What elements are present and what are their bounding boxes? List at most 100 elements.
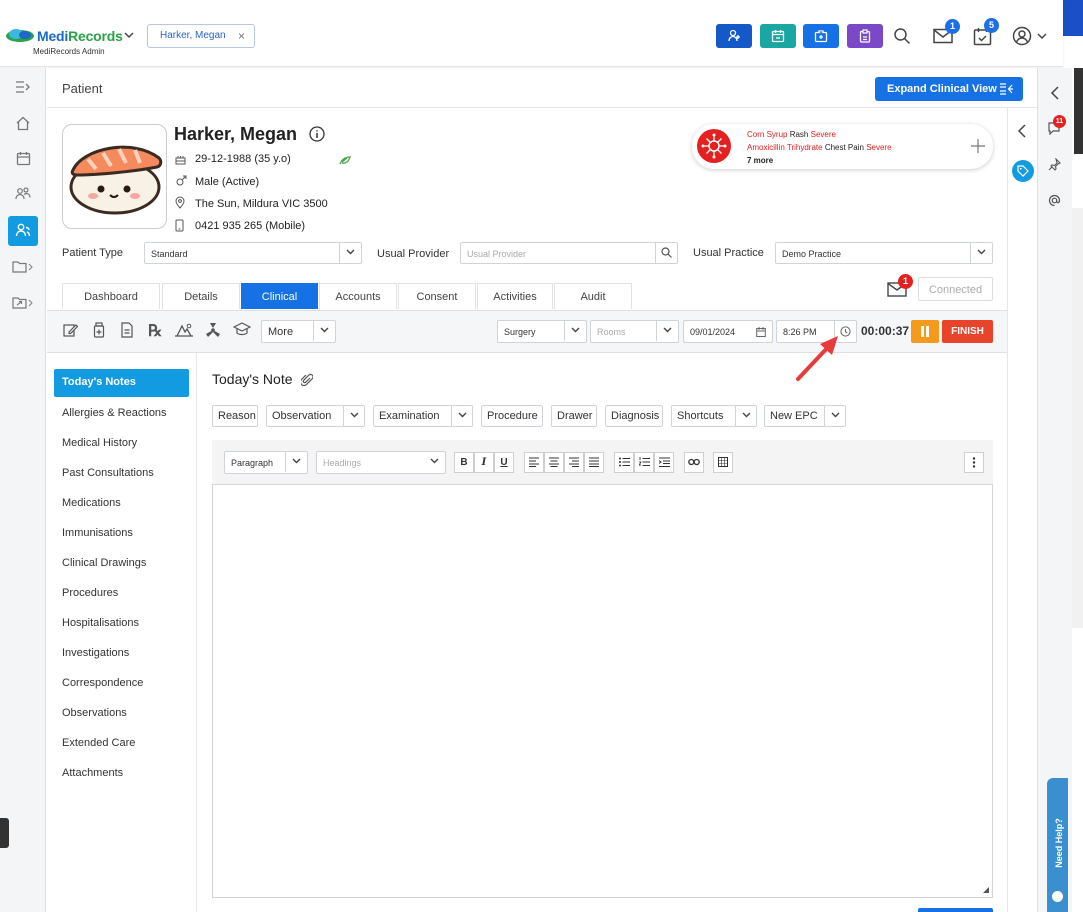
open-patient-chip[interactable]: Harker, Megan × [147,24,255,48]
tab-accounts[interactable]: Accounts [319,283,397,309]
chevron-left-icon[interactable] [1017,124,1026,138]
search-icon[interactable] [655,243,677,263]
appointment-button[interactable] [760,24,796,48]
brand-chevron-down-icon[interactable] [124,32,134,39]
pathology-icon[interactable] [174,322,194,338]
patient-avatar[interactable] [62,124,167,229]
education-cap-icon[interactable] [233,322,251,337]
user-avatar-icon[interactable] [1012,26,1032,46]
brand-logo[interactable]: MediRecords [37,28,123,44]
tag-icon[interactable] [1012,160,1034,182]
nav-correspondence[interactable]: Correspondence [54,669,189,696]
pause-button[interactable] [911,320,939,343]
folder-icon[interactable] [8,254,38,282]
tab-clinical[interactable]: Clinical [241,283,318,309]
reason-button[interactable]: Reason [212,405,258,427]
save-button-partial[interactable] [918,908,993,912]
patient-icon[interactable] [8,216,38,246]
mention-at-icon[interactable] [1048,194,1061,207]
connected-status-button[interactable]: Connected [918,277,993,301]
italic-button[interactable]: I [474,452,494,473]
nav-allergies-reactions[interactable]: Allergies & Reactions [54,399,189,426]
more-menu-button[interactable]: More [261,320,336,343]
indent-button[interactable] [654,452,674,473]
note-editor[interactable] [212,440,993,898]
pin-icon[interactable] [1048,158,1061,171]
home-icon[interactable] [8,110,38,138]
collapse-menu-icon[interactable] [8,74,38,102]
tab-consent[interactable]: Consent [398,283,476,309]
document-icon[interactable] [121,322,133,338]
finish-button[interactable]: FINISH [942,320,993,343]
nav-medical-history[interactable]: Medical History [54,429,189,456]
close-icon[interactable]: × [238,29,245,43]
numbered-list-button[interactable] [634,452,654,473]
nav-hospitalisations[interactable]: Hospitalisations [54,609,189,636]
bold-button[interactable]: B [454,452,474,473]
align-left-button[interactable] [524,452,544,473]
more-options-button[interactable] [964,452,984,473]
align-center-button[interactable] [544,452,564,473]
allergy-more[interactable]: 7 more [747,156,773,165]
nav-procedures[interactable]: Procedures [54,579,189,606]
usual-provider-input[interactable]: Usual Provider [460,242,678,264]
expand-clinical-view-button[interactable]: Expand Clinical View [875,77,1023,101]
nav-past-consultations[interactable]: Past Consultations [54,459,189,486]
paperclip-icon[interactable] [301,372,313,386]
medication-bottle-icon[interactable] [93,322,105,338]
observation-button[interactable]: Observation [266,405,365,427]
procedure-button[interactable]: Procedure [481,405,543,427]
nav-observations[interactable]: Observations [54,699,189,726]
diagnosis-button[interactable]: Diagnosis [605,405,663,427]
chevron-down-icon[interactable] [824,406,845,426]
need-help-tab[interactable]: Need Help? [1047,778,1068,912]
drawer-button[interactable]: Drawer [551,405,597,427]
patient-type-select[interactable]: Standard [144,242,362,264]
clipboard-button[interactable] [847,24,883,48]
date-input[interactable]: 09/01/2024 [683,320,773,343]
nav-clinical-drawings[interactable]: Clinical Drawings [54,549,189,576]
search-icon[interactable] [893,27,911,45]
info-icon[interactable] [309,126,325,142]
resize-handle-icon[interactable] [983,887,989,893]
chevron-down-icon[interactable] [735,406,756,426]
chevron-down-icon[interactable] [451,406,472,426]
floating-widget-icon[interactable] [0,818,9,848]
nav-medications[interactable]: Medications [54,489,189,516]
paragraph-format-select[interactable]: Paragraph [224,451,308,474]
surgery-select[interactable]: Surgery [497,320,587,343]
tab-activities[interactable]: Activities [477,283,553,309]
medical-kit-button[interactable] [803,24,839,48]
nav-investigations[interactable]: Investigations [54,639,189,666]
calendar-icon[interactable] [750,321,772,341]
tab-details[interactable]: Details [162,283,240,309]
patients-group-icon[interactable] [8,180,38,208]
add-allergy-plus-icon[interactable] [971,139,985,153]
insert-table-button[interactable] [713,452,733,473]
shortcuts-button[interactable]: Shortcuts [671,405,757,427]
examination-button[interactable]: Examination [373,405,473,427]
insert-link-button[interactable] [684,452,704,473]
tab-dashboard[interactable]: Dashboard [62,283,160,309]
nav-extended-care[interactable]: Extended Care [54,729,189,756]
folder-share-icon[interactable] [8,290,38,318]
chevron-down-icon[interactable] [343,406,364,426]
allergy-summary-card[interactable]: Corn Syrup Rash Severe Amoxicillin Trihy… [692,124,993,169]
underline-button[interactable]: U [494,452,514,473]
rooms-select[interactable]: Rooms [590,320,679,343]
tab-audit[interactable]: Audit [554,283,632,309]
justify-button[interactable] [584,452,604,473]
nav-todays-notes[interactable]: Today's Notes [54,369,189,397]
nav-immunisations[interactable]: Immunisations [54,519,189,546]
usual-practice-select[interactable]: Demo Practice [775,242,993,264]
edit-note-icon[interactable] [63,322,78,338]
headings-select[interactable]: Headings [316,451,446,474]
chevron-left-icon[interactable] [1050,86,1059,100]
prescription-rx-icon[interactable]: ℞ [148,321,162,340]
new-epc-button[interactable]: New EPC [764,405,846,427]
nav-attachments[interactable]: Attachments [54,759,189,786]
bullet-list-button[interactable] [614,452,634,473]
align-right-button[interactable] [564,452,584,473]
calendar-icon[interactable] [8,145,38,173]
user-chevron-down-icon[interactable] [1037,33,1047,40]
